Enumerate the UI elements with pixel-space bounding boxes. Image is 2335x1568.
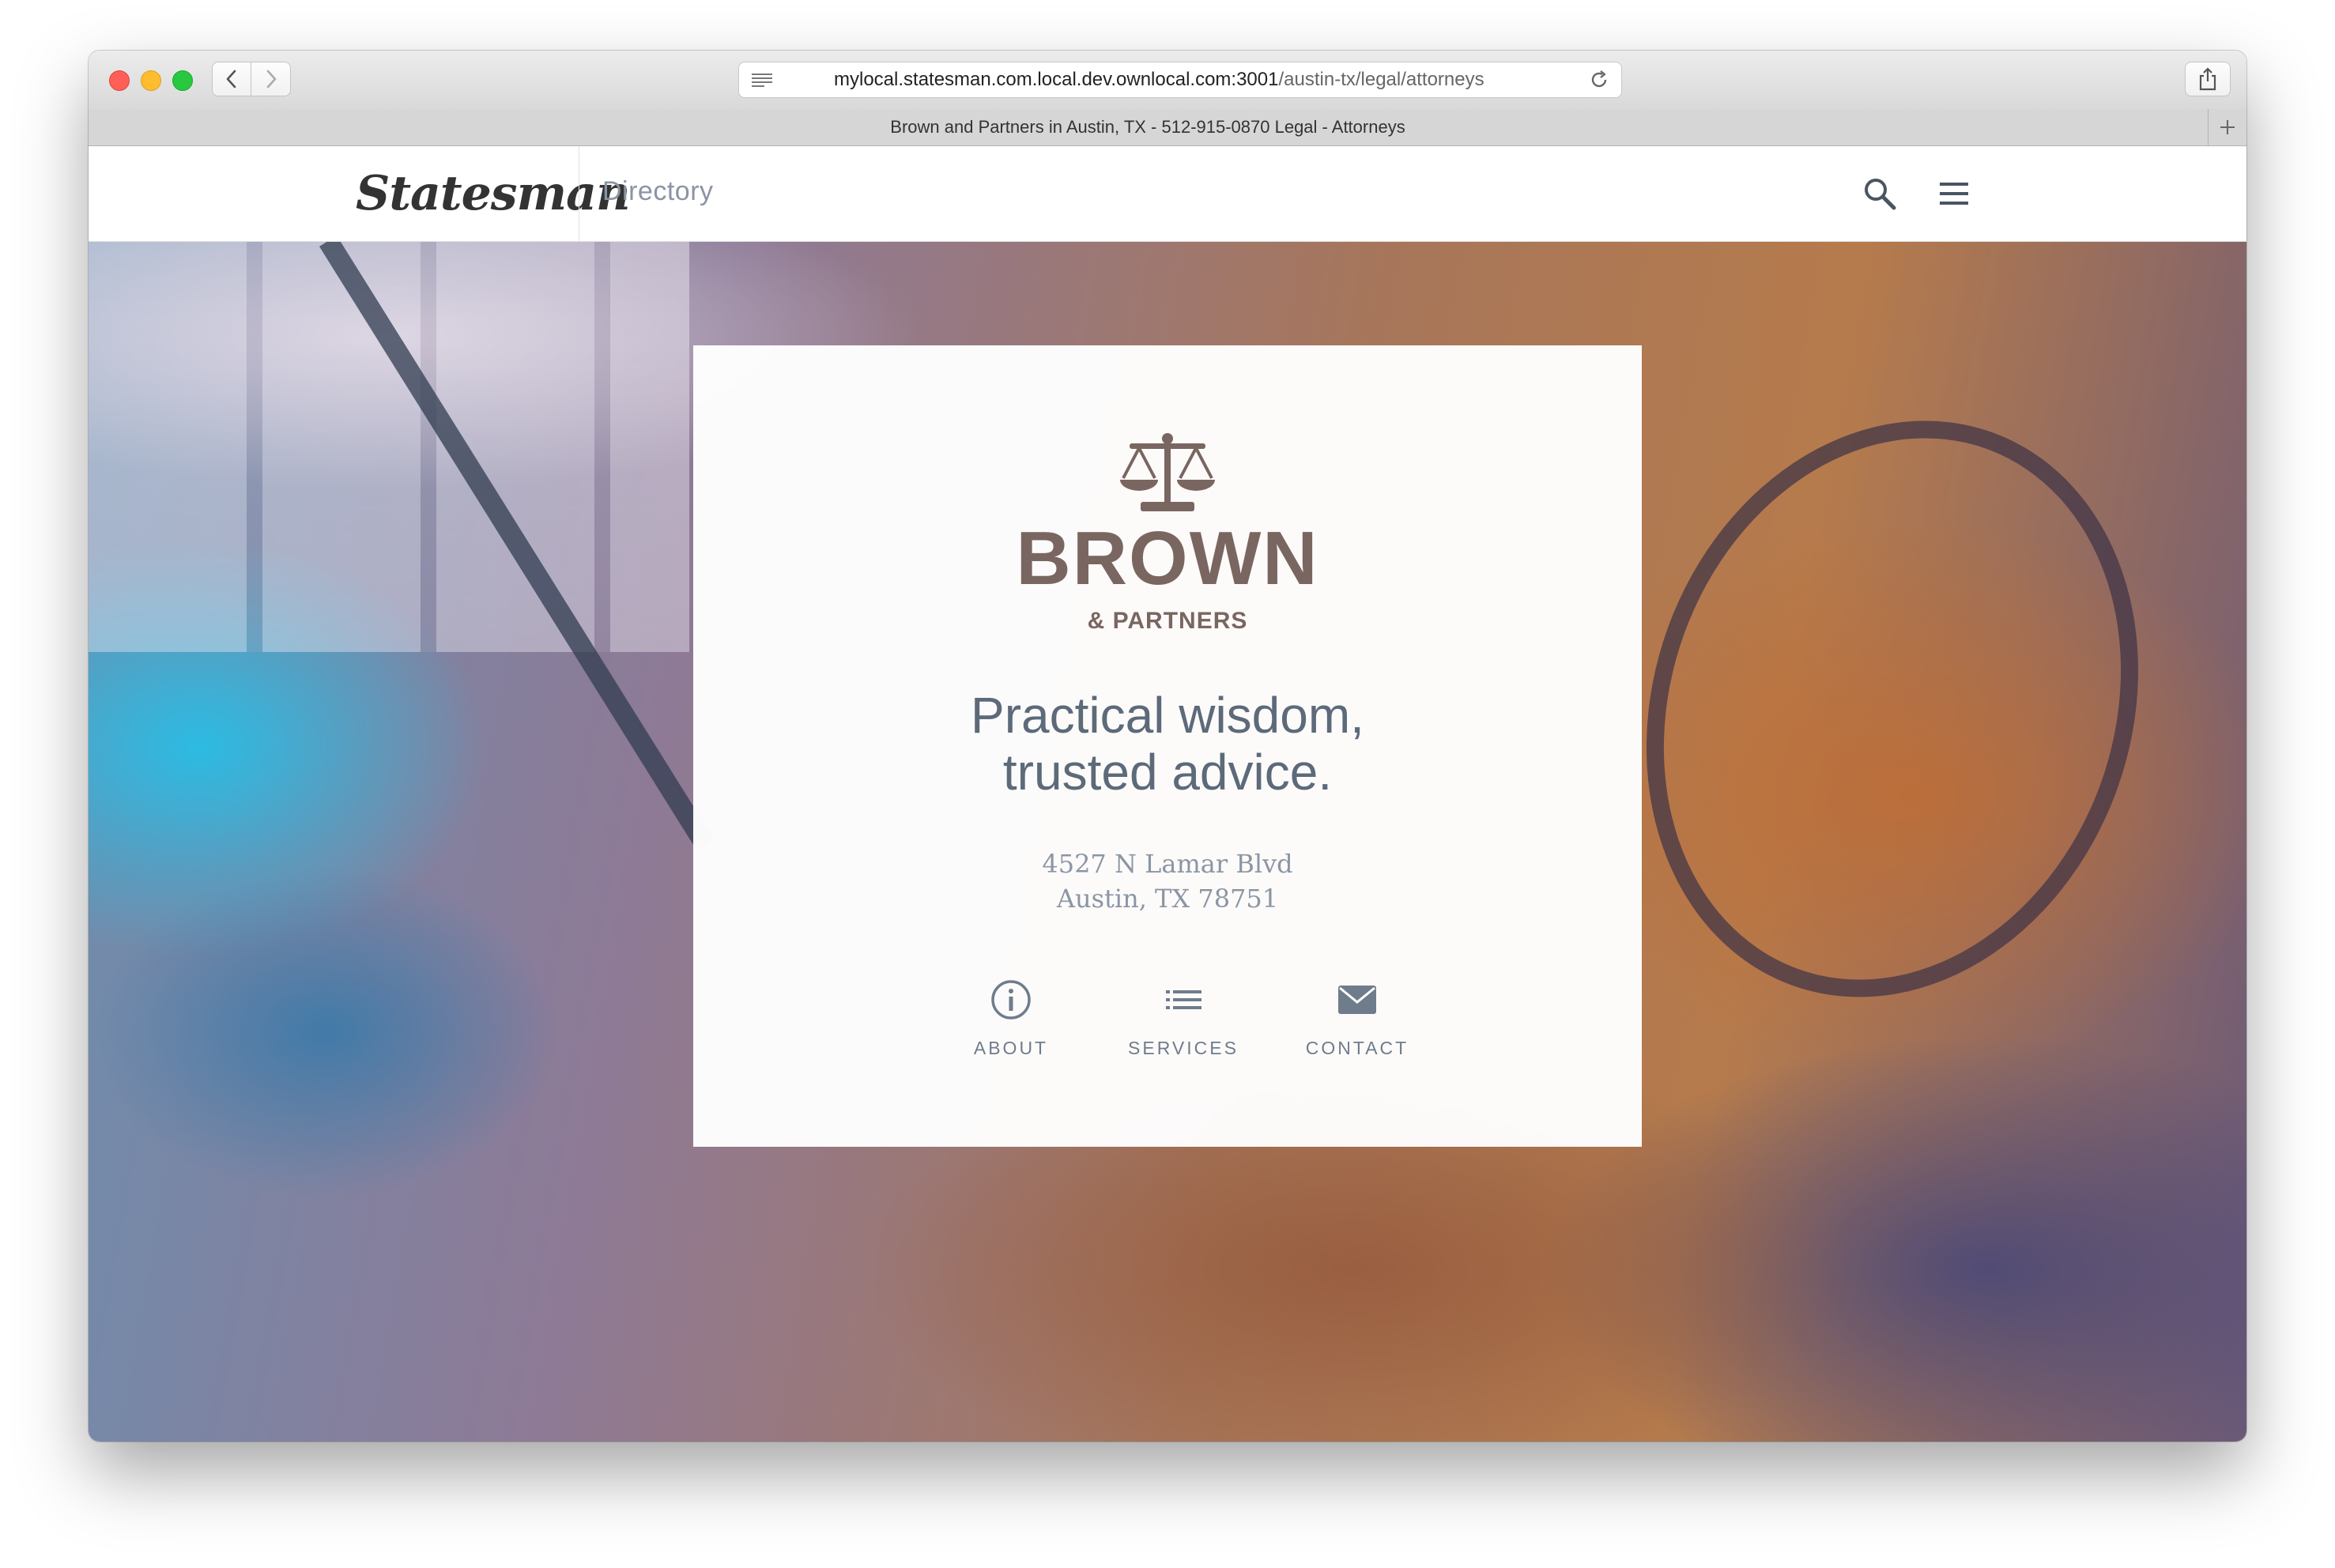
business-card: BROWN & PARTNERS Practical wisdom, trust… [693, 345, 1642, 1147]
brand-subtitle: & PARTNERS [1087, 608, 1248, 634]
reload-icon[interactable] [1588, 69, 1610, 91]
url-path: /austin-tx/legal/attorneys [1278, 69, 1484, 90]
info-icon [991, 980, 1031, 1020]
browser-titlebar: mylocal.statesman.com.local.dev.ownlocal… [89, 51, 2246, 110]
tagline-line-1: Practical wisdom, [971, 687, 1364, 744]
plus-icon [2220, 120, 2235, 134]
new-tab-button[interactable] [2208, 109, 2246, 145]
address-line-2: Austin, TX 78751 [1056, 884, 1279, 914]
contact-button[interactable]: CONTACT [1278, 978, 1436, 1059]
close-window-button[interactable] [109, 70, 130, 91]
mail-icon [1338, 986, 1376, 1014]
minimize-window-button[interactable] [141, 70, 161, 91]
hamburger-menu-icon[interactable] [1935, 175, 1973, 213]
scales-of-justice-icon [1120, 433, 1215, 511]
card-actions: ABOUT SERVICES CONTACT [693, 978, 1642, 1072]
share-button[interactable] [2185, 62, 2231, 96]
brand-name: BROWN [1016, 516, 1319, 601]
url-host: mylocal.statesman.com.local.dev.ownlocal… [834, 69, 1279, 90]
back-button[interactable] [212, 62, 251, 96]
tab-bar: Brown and Partners in Austin, TX - 512-9… [89, 109, 2246, 146]
site-header: Statesman Directory [89, 146, 2246, 242]
browser-window: mylocal.statesman.com.local.dev.ownlocal… [89, 51, 2246, 1442]
glasses-lens-image-detail [1567, 351, 2218, 1067]
keyboard-image-detail [89, 241, 689, 652]
services-label: SERVICES [1128, 1038, 1239, 1058]
about-button[interactable]: ABOUT [932, 978, 1090, 1059]
address-line-1: 4527 N Lamar Blvd [1042, 849, 1293, 879]
statesman-logo[interactable]: Statesman [356, 160, 631, 227]
services-button[interactable]: SERVICES [1104, 978, 1262, 1059]
share-icon [2199, 67, 2216, 91]
business-address: 4527 N Lamar Blvd Austin, TX 78751 [693, 846, 1642, 916]
forward-button[interactable] [251, 62, 291, 96]
page-content: Statesman Directory BROWN & PARTNERS Pra… [89, 146, 2246, 1442]
about-label: ABOUT [973, 1038, 1049, 1058]
reader-view-icon[interactable] [750, 70, 774, 89]
url-text: mylocal.statesman.com.local.dev.ownlocal… [834, 62, 1526, 97]
contact-label: CONTACT [1305, 1038, 1409, 1058]
tagline-line-2: trusted advice. [1002, 744, 1333, 801]
tab-title[interactable]: Brown and Partners in Austin, TX - 512-9… [89, 109, 2207, 145]
search-icon[interactable] [1861, 175, 1899, 213]
address-bar[interactable]: mylocal.statesman.com.local.dev.ownlocal… [738, 62, 1622, 98]
list-icon [1166, 990, 1201, 1009]
directory-link[interactable]: Directory [602, 176, 714, 207]
chevron-left-icon [226, 70, 236, 89]
chevron-right-icon [266, 70, 276, 89]
zoom-window-button[interactable] [172, 70, 193, 91]
tagline: Practical wisdom, trusted advice. [693, 687, 1642, 801]
